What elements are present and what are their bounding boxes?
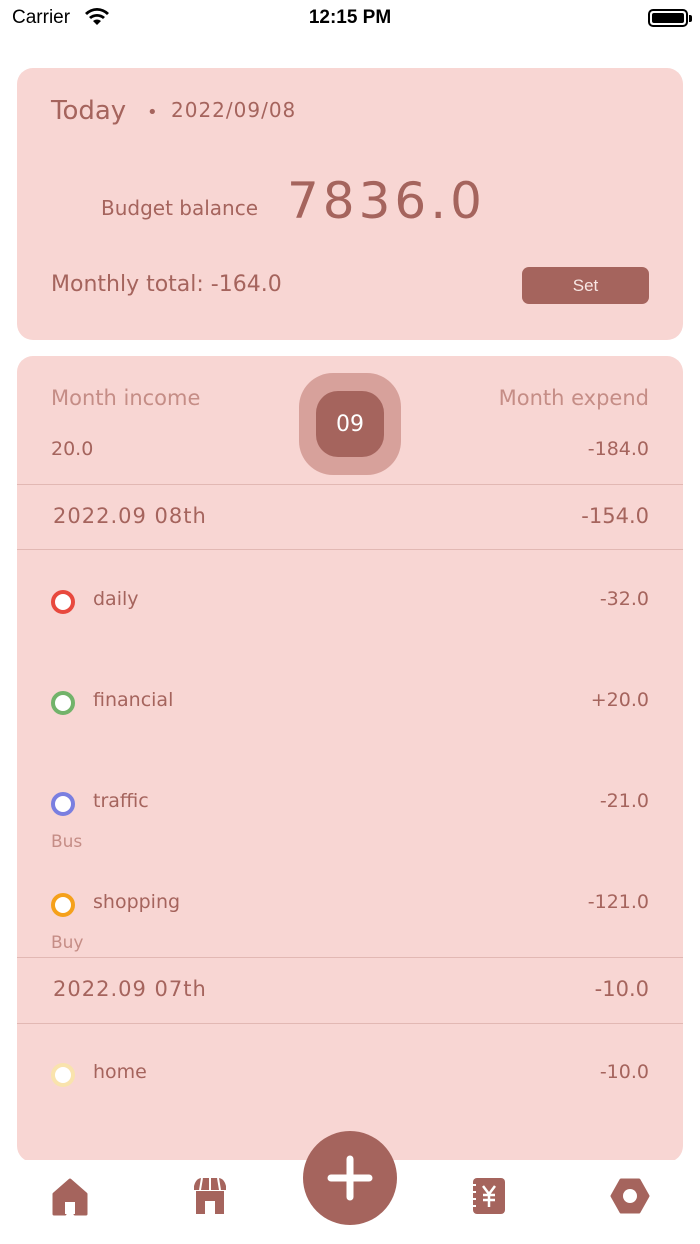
records-card: Month income 20.0 09 Month expend -184.0… [17, 356, 683, 1162]
day-header: 2022.09 07th -10.0 [17, 959, 683, 1023]
list-item[interactable]: daily -32.0 [17, 582, 683, 662]
category-name: shopping [93, 891, 181, 913]
clock: 12:15 PM [308, 7, 392, 28]
tab-ledger[interactable] [467, 1174, 511, 1218]
month-expend-label: Month expend [498, 386, 649, 410]
entry-note: Bus [51, 832, 83, 852]
battery-icon [648, 9, 692, 27]
tab-settings[interactable] [608, 1174, 652, 1218]
yen-book-icon [471, 1178, 505, 1214]
category-name: daily [93, 588, 139, 610]
category-name: home [93, 1061, 147, 1083]
budget-balance-value: 7836.0 [287, 172, 486, 230]
month-number: 09 [316, 391, 384, 457]
category-name: traffic [93, 790, 149, 812]
day-date: 2022.09 08th [53, 504, 207, 528]
divider [17, 549, 683, 550]
traffic-category-icon [51, 792, 75, 816]
hexagon-settings-icon [610, 1178, 650, 1214]
day-date: 2022.09 07th [53, 977, 207, 1001]
category-name: financial [93, 689, 174, 711]
entry-amount: -121.0 [587, 891, 649, 913]
daily-category-icon [51, 590, 75, 614]
shopping-category-icon [51, 893, 75, 917]
divider [17, 1023, 683, 1024]
tab-home[interactable] [48, 1174, 92, 1218]
home-icon [52, 1178, 88, 1216]
month-expend-value: -184.0 [587, 438, 649, 460]
day-total: -10.0 [594, 977, 649, 1001]
add-record-button[interactable] [303, 1131, 397, 1225]
month-income-value: 20.0 [51, 438, 94, 460]
separator-dot: • [147, 102, 158, 123]
home-category-icon [51, 1063, 75, 1087]
monthly-total: Monthly total: -164.0 [51, 272, 282, 297]
day-total: -154.0 [581, 504, 649, 528]
today-label: Today [51, 96, 127, 126]
entry-amount: -21.0 [599, 790, 649, 812]
list-item[interactable]: traffic -21.0 Bus [17, 784, 683, 864]
list-item[interactable]: shopping -121.0 Buy [17, 885, 683, 965]
current-date: 2022/09/08 [171, 98, 297, 122]
entry-amount: +20.0 [590, 689, 649, 711]
entry-note: Buy [51, 933, 84, 953]
list-item[interactable]: home -10.0 [17, 1055, 683, 1135]
month-selector[interactable]: 09 [299, 373, 401, 475]
day-header: 2022.09 08th -154.0 [17, 486, 683, 550]
plus-icon [327, 1155, 373, 1201]
status-bar: Carrier 12:15 PM [0, 0, 700, 40]
month-income-label: Month income [51, 386, 201, 410]
tab-store[interactable] [188, 1174, 232, 1218]
list-item[interactable]: financial +20.0 [17, 683, 683, 763]
set-budget-button[interactable]: Set [522, 267, 649, 304]
divider [17, 957, 683, 958]
entry-amount: -32.0 [599, 588, 649, 610]
divider [17, 484, 683, 485]
financial-category-icon [51, 691, 75, 715]
entry-amount: -10.0 [599, 1061, 649, 1083]
budget-summary-card: Today • 2022/09/08 Budget balance 7836.0… [17, 68, 683, 340]
store-icon [194, 1177, 226, 1214]
budget-balance-label: Budget balance [101, 196, 259, 220]
